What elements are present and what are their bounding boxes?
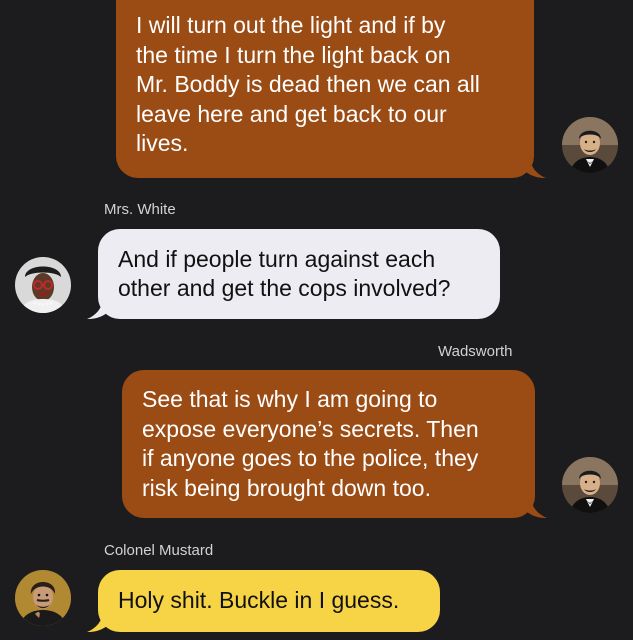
bubble-tail — [524, 156, 546, 178]
sender-name: Mrs. White — [104, 201, 176, 218]
wadsworth-avatar[interactable] — [562, 117, 618, 173]
bubble-tail — [87, 297, 109, 319]
bubble-tail — [525, 496, 547, 518]
message-bubble-incoming-4[interactable]: Holy shit. Buckle in I guess. — [98, 570, 440, 632]
message-text: And if people turn against each other an… — [118, 245, 451, 302]
message-bubble-outgoing-3[interactable]: See that is why I am going to expose eve… — [122, 370, 535, 518]
wadsworth-avatar[interactable] — [562, 457, 618, 513]
message-text: I will turn out the light and if by the … — [136, 12, 480, 157]
bubble-tail — [87, 610, 109, 632]
sender-name: Colonel Mustard — [104, 542, 214, 559]
sender-name: Wadsworth — [438, 343, 513, 360]
message-text: Holy shit. Buckle in I guess. — [118, 587, 400, 614]
message-bubble-outgoing-1[interactable]: I will turn out the light and if by the … — [116, 0, 534, 178]
mrs-white-avatar[interactable] — [15, 257, 71, 313]
message-text: See that is why I am going to expose eve… — [142, 386, 479, 501]
message-bubble-incoming-2[interactable]: And if people turn against each other an… — [98, 229, 500, 319]
colonel-mustard-avatar[interactable] — [15, 570, 71, 626]
